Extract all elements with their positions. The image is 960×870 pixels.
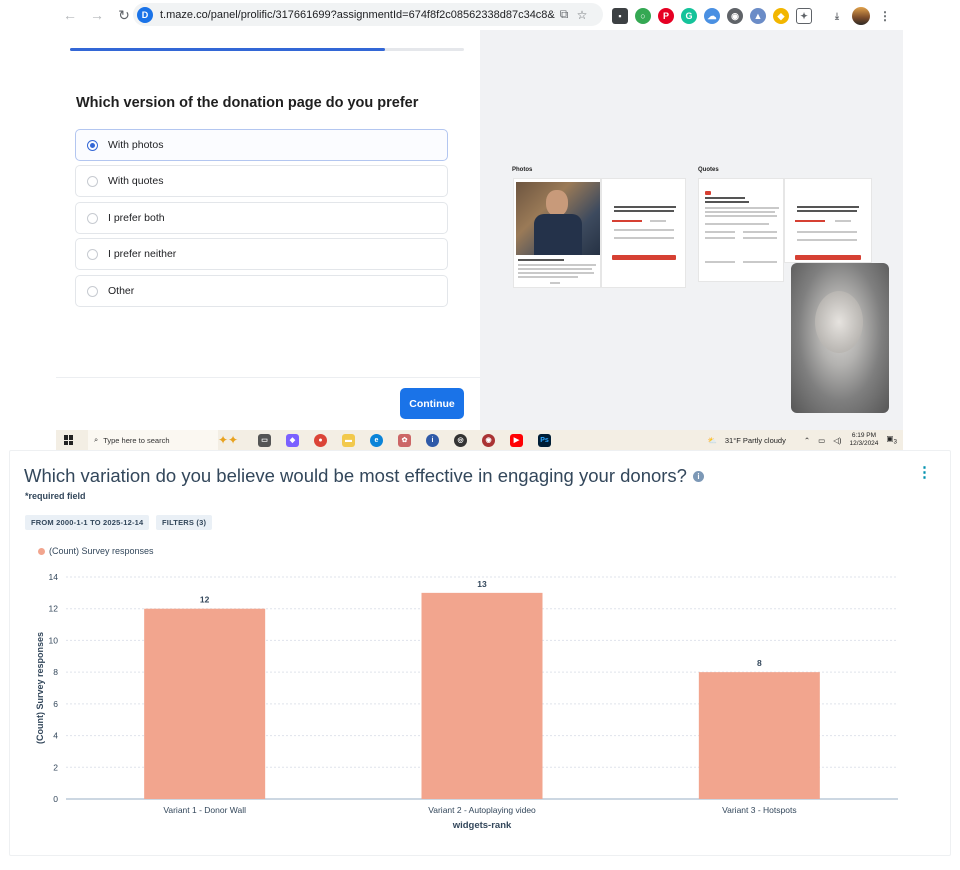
bar — [698, 672, 820, 799]
y-tick-label: 6 — [53, 699, 58, 709]
data-label: 12 — [200, 595, 210, 605]
y-tick-label: 10 — [49, 635, 59, 645]
data-label: 8 — [757, 658, 762, 668]
bar-chart: 0 2 4 6 8 10 12 14 12 Variant 1 - Donor Wall 13 Var… — [35, 572, 898, 831]
x-axis-title: widgets-rank — [452, 820, 512, 831]
x-tick-label: Variant 1 - Donor Wall — [163, 805, 246, 815]
y-tick-label: 2 — [53, 762, 58, 772]
x-tick-label: Variant 2 - Autoplaying video — [428, 805, 536, 815]
y-axis-title: (Count) Survey responses — [35, 632, 45, 744]
bar — [421, 592, 543, 799]
y-tick-label: 12 — [49, 604, 59, 614]
data-label: 13 — [477, 579, 487, 589]
y-tick-label: 8 — [53, 667, 58, 677]
x-tick-label: Variant 3 - Hotspots — [722, 805, 797, 815]
bar — [144, 608, 266, 799]
y-tick-label: 0 — [53, 794, 58, 804]
y-tick-label: 14 — [49, 572, 59, 582]
y-tick-label: 4 — [53, 731, 58, 741]
